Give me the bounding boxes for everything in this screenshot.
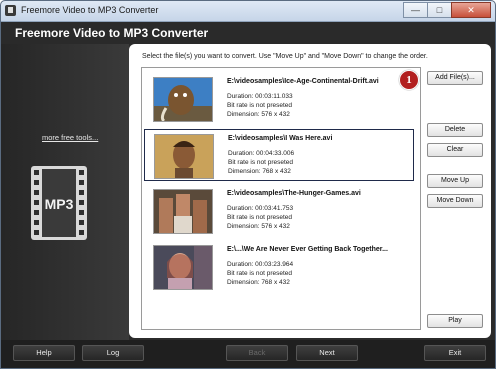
sidebar: more free tools... MP3: [1, 44, 129, 340]
step-marker-badge: 1: [399, 70, 419, 90]
file-item-selected[interactable]: E:\videosamples\I Was Here.avi Duration:…: [144, 129, 414, 181]
file-bitrate: Bit rate is not preseted: [227, 214, 293, 221]
video-thumbnail: [153, 245, 213, 290]
app-window: Freemore Video to MP3 Converter — □ ✕ Fr…: [0, 0, 496, 369]
file-name: E:\...\We Are Never Ever Getting Back To…: [227, 246, 388, 253]
maximize-button[interactable]: □: [427, 2, 452, 18]
file-item[interactable]: E:\videosamples\Ice-Age-Continental-Drif…: [144, 73, 414, 125]
file-dimension: Dimension: 576 x 432: [227, 223, 290, 230]
close-button[interactable]: ✕: [451, 2, 491, 18]
video-thumbnail: [153, 77, 213, 122]
video-thumbnail: [154, 134, 214, 179]
file-duration: Duration: 00:03:41.753: [227, 205, 294, 212]
app-title: Freemore Video to MP3 Converter: [15, 26, 209, 40]
log-button[interactable]: Log: [82, 345, 144, 361]
file-bitrate: Bit rate is not preseted: [227, 102, 293, 109]
file-dimension: Dimension: 576 x 432: [227, 111, 290, 118]
app-icon: [5, 5, 16, 16]
clear-button[interactable]: Clear: [427, 143, 483, 157]
window-controls: — □ ✕: [403, 2, 491, 18]
exit-button[interactable]: Exit: [424, 345, 486, 361]
minimize-button[interactable]: —: [403, 2, 428, 18]
next-button[interactable]: Next: [296, 345, 358, 361]
delete-button[interactable]: Delete: [427, 123, 483, 137]
back-button[interactable]: Back: [226, 345, 288, 361]
add-files-button[interactable]: Add File(s)...: [427, 71, 483, 85]
play-button[interactable]: Play: [427, 314, 483, 328]
file-bitrate: Bit rate is not preseted: [227, 270, 293, 277]
move-down-button[interactable]: Move Down: [427, 194, 483, 208]
file-dimension: Dimension: 768 x 432: [227, 279, 290, 286]
video-thumbnail: [153, 189, 213, 234]
file-name: E:\videosamples\The-Hunger-Games.avi: [227, 190, 361, 197]
file-duration: Duration: 00:04:33.006: [228, 150, 295, 157]
instruction-text: Select the file(s) you want to convert. …: [142, 53, 428, 60]
file-list[interactable]: E:\videosamples\Ice-Age-Continental-Drif…: [141, 67, 421, 330]
file-duration: Duration: 00:03:23.964: [227, 261, 294, 268]
main-panel: Select the file(s) you want to convert. …: [129, 44, 491, 338]
file-dimension: Dimension: 768 x 432: [228, 168, 291, 175]
help-button[interactable]: Help: [13, 345, 75, 361]
title-bar: Freemore Video to MP3 Converter — □ ✕: [1, 1, 495, 22]
mp3-logo-text: MP3: [45, 196, 74, 212]
file-duration: Duration: 00:03:11.033: [227, 93, 293, 100]
move-up-button[interactable]: Move Up: [427, 174, 483, 188]
more-free-tools-link[interactable]: more free tools...: [42, 133, 98, 142]
mp3-film-icon: MP3: [31, 166, 87, 240]
app-header: Freemore Video to MP3 Converter: [1, 22, 495, 44]
window-title: Freemore Video to MP3 Converter: [21, 5, 159, 15]
file-name: E:\videosamples\I Was Here.avi: [228, 135, 333, 142]
file-name: E:\videosamples\Ice-Age-Continental-Drif…: [227, 78, 379, 85]
file-item[interactable]: E:\...\We Are Never Ever Getting Back To…: [144, 241, 414, 293]
footer-bar: Help Log Back Next Exit: [1, 340, 495, 368]
file-bitrate: Bit rate is not preseted: [228, 159, 294, 166]
file-item[interactable]: E:\videosamples\The-Hunger-Games.avi Dur…: [144, 185, 414, 237]
